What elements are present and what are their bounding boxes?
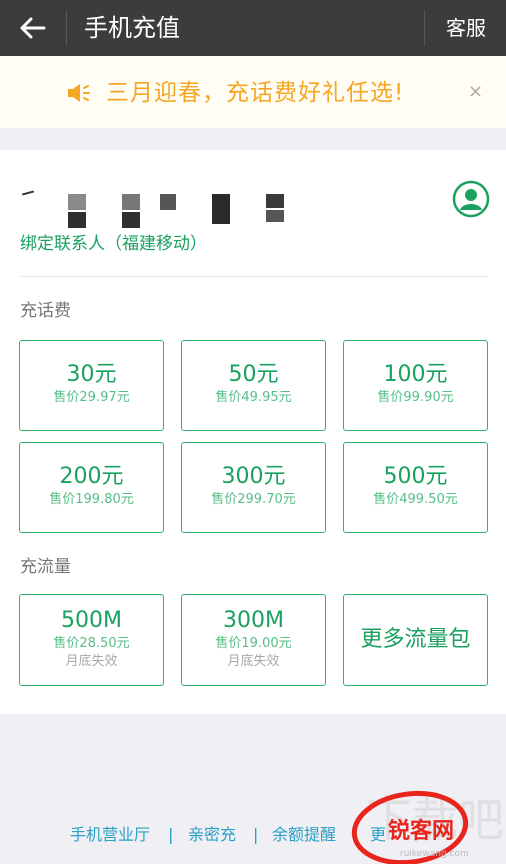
phone-number-section[interactable]: 绑定联系人（福建移动） — [20, 180, 490, 276]
footer-separator: | — [168, 825, 174, 844]
recharge-option-500[interactable]: 500元 售价499.50元 — [343, 442, 488, 533]
recharge-price: 售价99.90元 — [377, 390, 454, 405]
data-amount: 500M — [61, 608, 122, 633]
recharge-amount: 30元 — [66, 362, 117, 387]
data-amount: 300M — [223, 608, 284, 633]
svg-text:锐客网: 锐客网 — [388, 818, 454, 844]
recharge-option-200[interactable]: 200元 售价199.80元 — [19, 442, 164, 533]
recharge-amount: 50元 — [228, 362, 279, 387]
data-expiry-note: 月底失效 — [227, 654, 280, 669]
data-price: 售价28.50元 — [53, 636, 130, 651]
more-data-packs-button[interactable]: 更多流量包 — [343, 594, 488, 686]
recharge-amount: 500元 — [383, 464, 448, 489]
bound-contact-label: 绑定联系人（福建移动） — [20, 234, 207, 254]
recharge-price: 售价29.97元 — [53, 390, 130, 405]
data-expiry-note: 月底失效 — [65, 654, 118, 669]
watermark-logo: 下载吧 锐客网 ruikewang.com — [348, 780, 506, 864]
footer-link-family-recharge[interactable]: 亲密充 — [188, 824, 236, 846]
recharge-amount: 300元 — [221, 464, 286, 489]
svg-text:ruikewang.com: ruikewang.com — [400, 849, 469, 859]
promo-banner[interactable]: 三月迎春，充话费好礼任选! × — [0, 56, 506, 128]
customer-service-button[interactable]: 客服 — [446, 14, 486, 42]
contact-avatar-icon[interactable] — [452, 180, 490, 218]
top-bar: 手机充值 客服 — [0, 0, 506, 56]
page-title: 手机充值 — [84, 14, 180, 42]
recharge-option-100[interactable]: 100元 售价99.90元 — [343, 340, 488, 431]
more-data-packs-label: 更多流量包 — [360, 627, 471, 652]
data-price: 售价19.00元 — [215, 636, 292, 651]
footer-link-business-hall[interactable]: 手机营业厅 — [70, 824, 150, 846]
masked-phone-number — [20, 186, 320, 228]
header-divider — [424, 10, 425, 46]
back-arrow-icon[interactable] — [14, 10, 50, 46]
data-section-title: 充流量 — [20, 557, 71, 577]
header-divider — [66, 10, 67, 46]
divider — [20, 276, 488, 277]
recharge-section-title: 充话费 — [20, 301, 71, 321]
promo-text: 三月迎春，充话费好礼任选! — [106, 80, 405, 106]
data-option-300m[interactable]: 300M 售价19.00元 月底失效 — [181, 594, 326, 686]
recharge-option-300[interactable]: 300元 售价299.70元 — [181, 442, 326, 533]
recharge-price: 售价299.70元 — [211, 492, 296, 507]
recharge-price: 售价199.80元 — [49, 492, 134, 507]
footer-link-balance-reminder[interactable]: 余额提醒 — [272, 824, 336, 846]
recharge-amount: 100元 — [383, 362, 448, 387]
recharge-amount: 200元 — [59, 464, 124, 489]
data-option-500m[interactable]: 500M 售价28.50元 月底失效 — [19, 594, 164, 686]
footer-separator: | — [253, 825, 259, 844]
recharge-option-50[interactable]: 50元 售价49.95元 — [181, 340, 326, 431]
recharge-option-30[interactable]: 30元 售价29.97元 — [19, 340, 164, 431]
recharge-price: 售价49.95元 — [215, 390, 292, 405]
recharge-card: 绑定联系人（福建移动） 充话费 30元 售价29.97元 50元 售价49.95… — [0, 150, 506, 714]
speaker-icon — [66, 82, 94, 108]
recharge-price: 售价499.50元 — [373, 492, 458, 507]
close-icon[interactable]: × — [468, 80, 483, 104]
